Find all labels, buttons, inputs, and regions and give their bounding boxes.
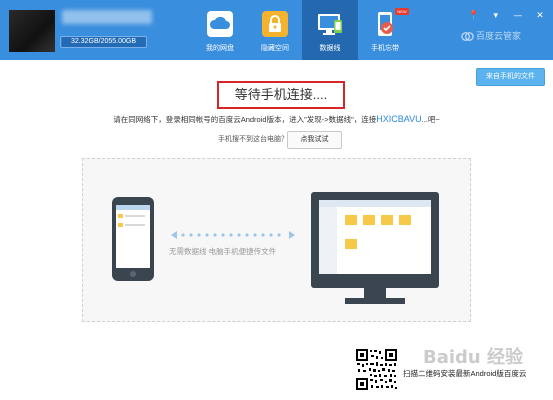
data-cable-icon (318, 14, 342, 35)
tab-hidden-space[interactable]: 隐藏空间 (247, 0, 303, 60)
files-from-phone-button[interactable]: 来自手机的文件 (476, 68, 545, 86)
monitor-illustration-icon (311, 192, 439, 304)
lock-icon (262, 11, 288, 37)
tab-label: 数据线 (319, 45, 341, 52)
watermark: Baidu 经验 (423, 347, 524, 368)
transfer-arrow-icon (171, 231, 295, 239)
connection-code: HXICBAVU (376, 114, 422, 124)
tab-label: 手机忘带 (371, 45, 399, 52)
phone-not-found-label: 手机搜不到这台电脑？ (218, 136, 288, 143)
transfer-illustration-area (82, 158, 471, 322)
storage-quota-text: 32.32GB/2055.00GB (71, 38, 136, 45)
brand-name: 百度云管家 (476, 31, 522, 41)
cloud-icon (207, 11, 233, 37)
qr-code-icon (355, 348, 398, 391)
new-badge: NEW (395, 8, 409, 15)
window-controls: 📍 ▾ — ✕ (464, 3, 547, 21)
tab-my-netdisk[interactable]: 我的网盘 (192, 0, 248, 60)
baidu-cloud-logo-icon (461, 32, 474, 41)
tab-label: 我的网盘 (206, 45, 234, 52)
username-blurred (62, 10, 152, 24)
connection-instruction: 请在同网络下，登录相同帐号的百度云Android版本，进入"发现->数据线"，连… (0, 113, 553, 126)
avatar[interactable] (9, 10, 55, 52)
transfer-caption: 无需数据线 电脑手机便捷传文件 (169, 247, 277, 256)
tab-label: 隐藏空间 (261, 45, 289, 52)
close-icon[interactable]: ✕ (533, 10, 547, 22)
tab-data-cable[interactable]: 数据线 (302, 0, 358, 60)
title-bar: 32.32GB/2055.00GB 我的网盘 隐藏空间 数据线 NEW 手机忘带… (0, 0, 553, 60)
waiting-title: 等待手机连接.... (234, 87, 328, 102)
minimize-icon[interactable]: — (511, 10, 525, 22)
try-button[interactable]: 点我试试 (287, 131, 342, 149)
instruction-prefix: 请在同网络下，登录相同帐号的百度云Android版本，进入"发现->数据线"，连… (113, 115, 377, 124)
instruction-suffix: ...吧~ (421, 115, 440, 124)
brand: 百度云管家 (461, 29, 551, 43)
waiting-highlight-box: 等待手机连接.... (217, 81, 345, 109)
storage-quota-bar: 32.32GB/2055.00GB (60, 36, 147, 48)
pin-icon[interactable]: 📍 (467, 10, 481, 22)
tab-phone-forgot[interactable]: NEW 手机忘带 (357, 0, 413, 60)
menu-icon[interactable]: ▾ (489, 10, 503, 22)
phone-illustration-icon (112, 197, 154, 281)
transfer-illustration (112, 192, 439, 304)
